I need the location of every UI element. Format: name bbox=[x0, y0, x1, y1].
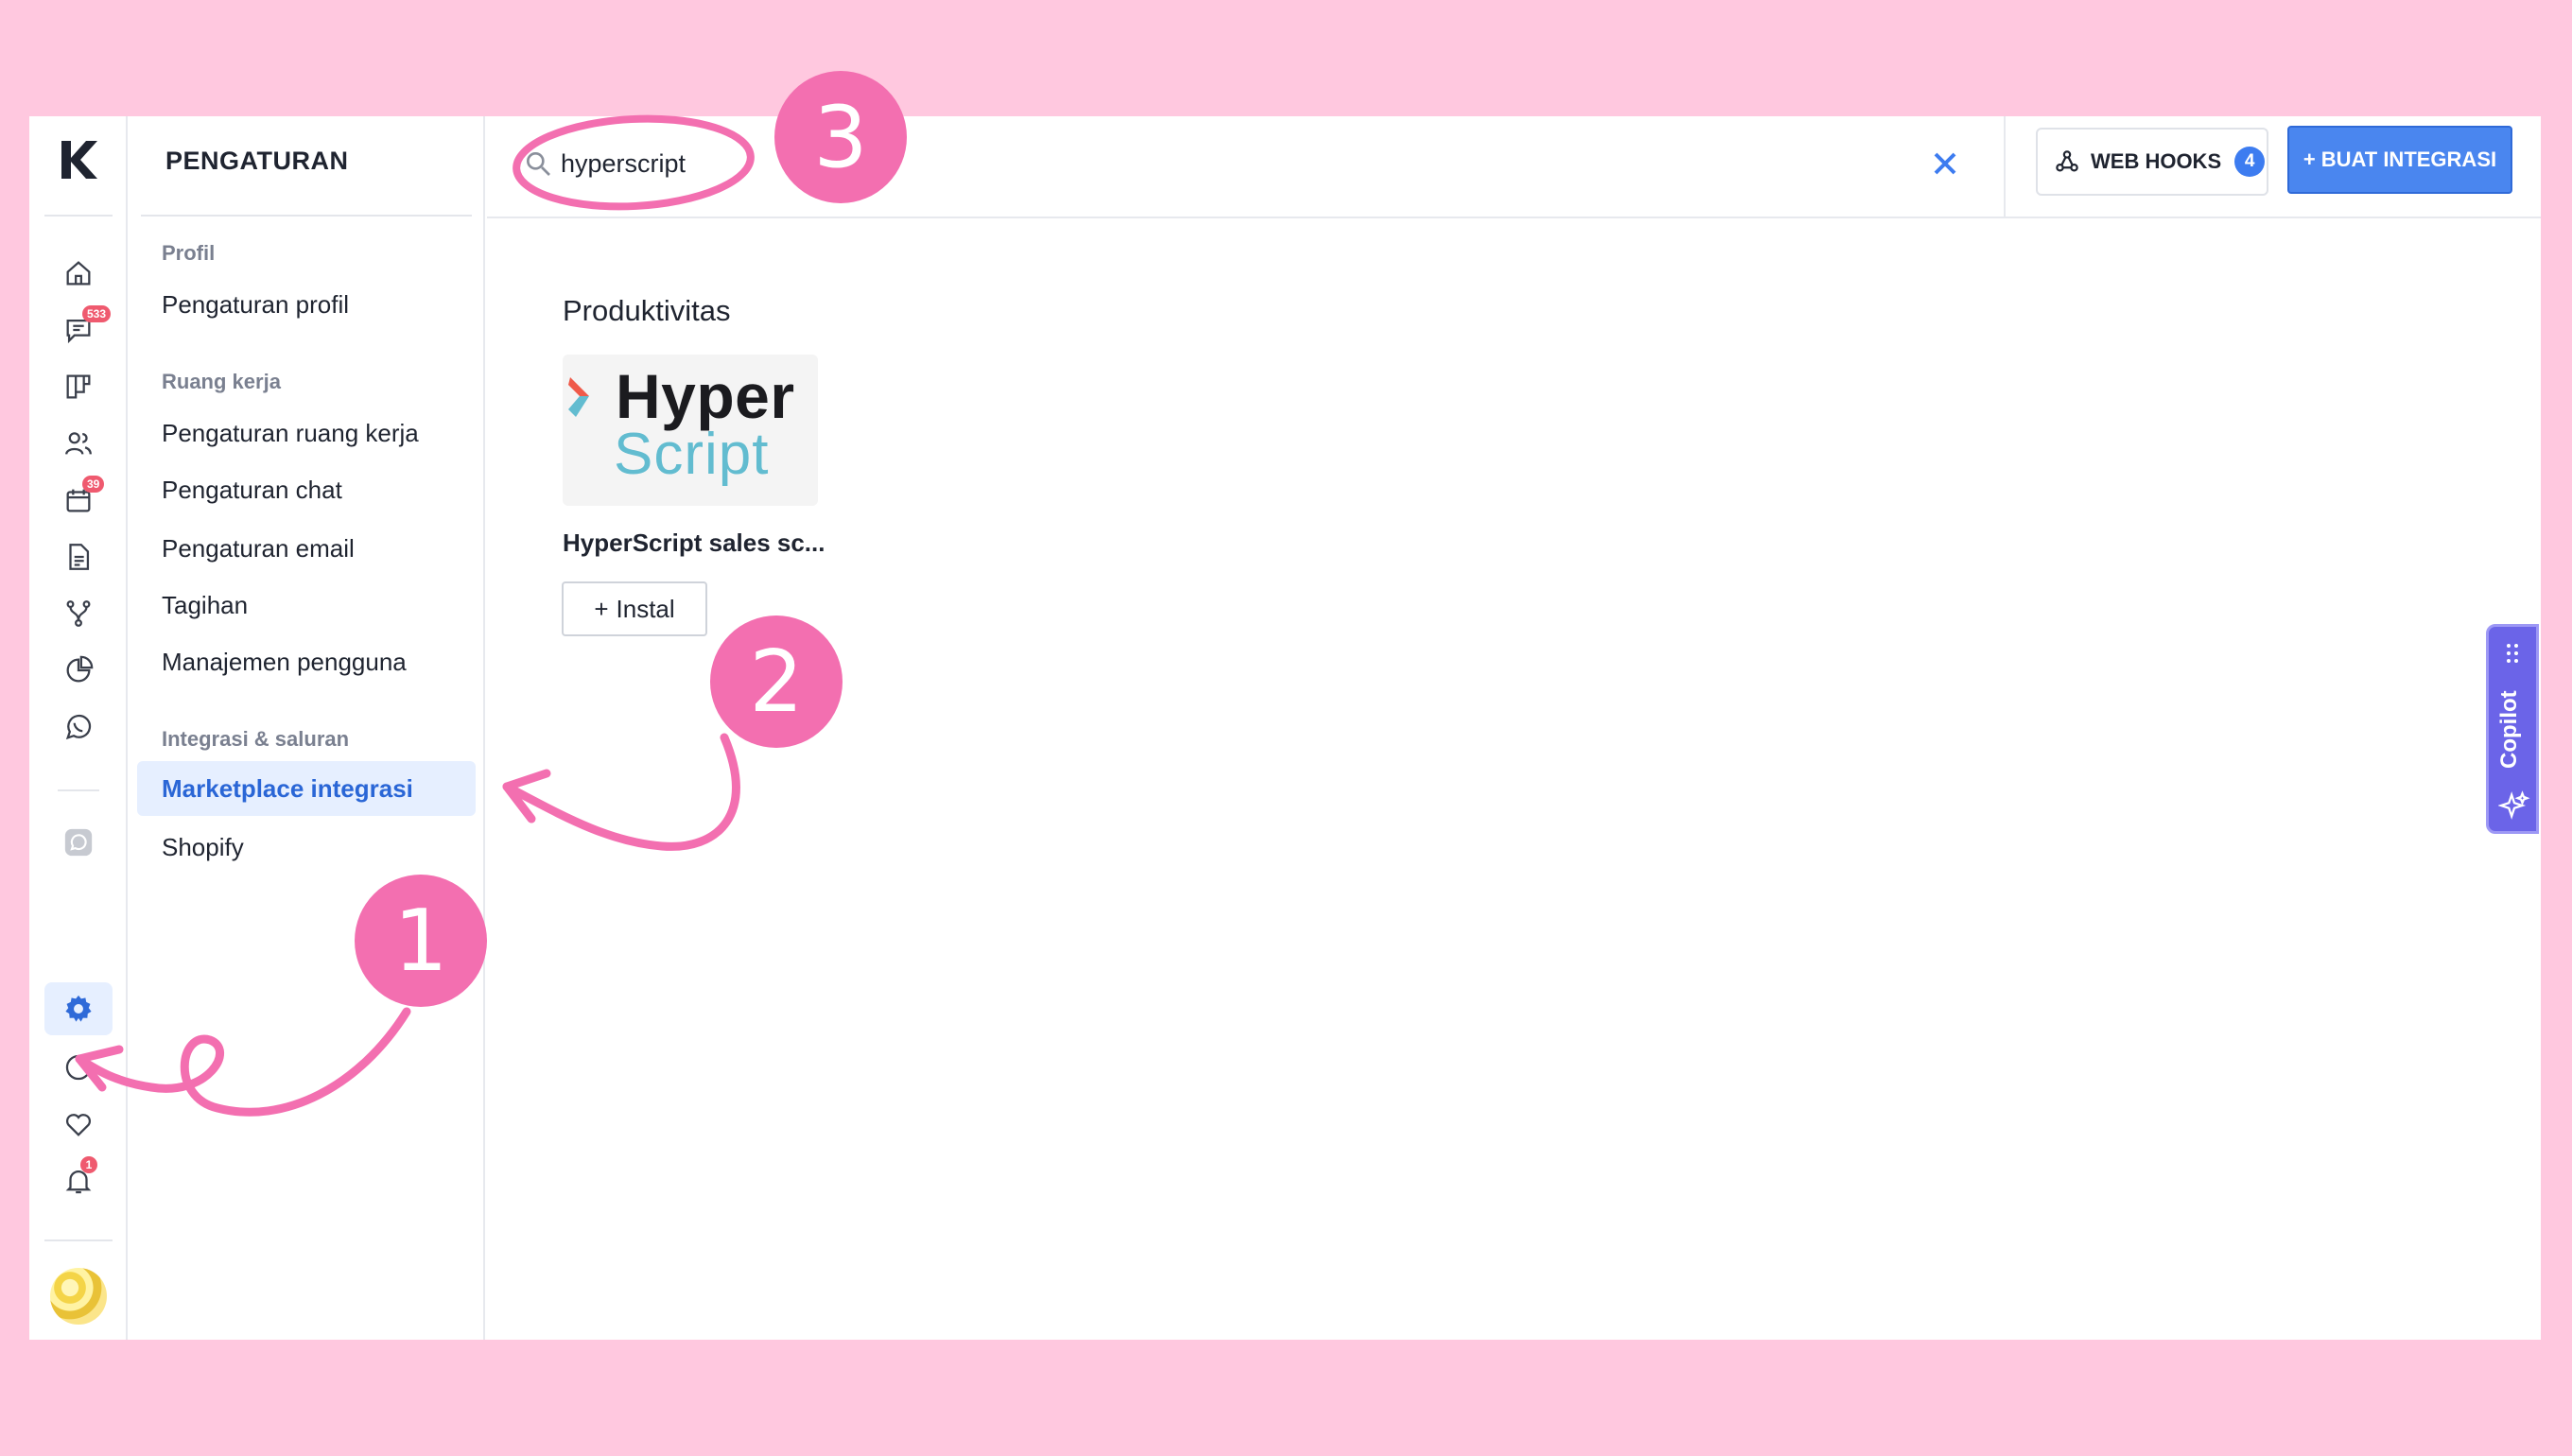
webhooks-label: WEB HOOKS bbox=[2091, 149, 2222, 173]
search-icon bbox=[527, 152, 550, 176]
whatsapp-app-icon[interactable] bbox=[58, 822, 99, 863]
app-name: HyperScript sales sc... bbox=[563, 529, 825, 557]
settings-divider bbox=[141, 215, 472, 217]
logo-text-script: Script bbox=[614, 422, 770, 487]
section-heading-profil: Profil bbox=[162, 241, 216, 265]
whatsapp-icon[interactable] bbox=[58, 706, 99, 748]
icon-rail: 533 39 1 bbox=[29, 116, 128, 1340]
user-avatar[interactable] bbox=[50, 1268, 107, 1325]
search-input[interactable] bbox=[561, 143, 1506, 184]
install-button[interactable]: + Instal bbox=[562, 581, 707, 636]
nav-item-marketplace-integrasi[interactable]: Marketplace integrasi bbox=[137, 761, 476, 816]
clear-search-icon[interactable] bbox=[1926, 145, 1964, 182]
app-logo-icon[interactable] bbox=[58, 137, 99, 182]
calendar-icon[interactable]: 39 bbox=[58, 476, 105, 521]
nav-item-pengaturan-profil[interactable]: Pengaturan profil bbox=[130, 277, 472, 332]
settings-gear-icon[interactable] bbox=[44, 982, 113, 1035]
settings-sidebar: PENGATURAN Profil Pengaturan profil Ruan… bbox=[130, 116, 485, 1340]
home-icon[interactable] bbox=[58, 252, 99, 294]
install-label: Instal bbox=[616, 594, 675, 623]
hyperscript-logo[interactable]: Hyper Script bbox=[563, 355, 818, 506]
workflow-icon[interactable] bbox=[58, 593, 99, 634]
nav-item-manajemen-pengguna[interactable]: Manajemen pengguna bbox=[130, 634, 472, 689]
document-icon[interactable] bbox=[58, 536, 99, 578]
board-icon[interactable] bbox=[58, 366, 99, 407]
section-heading-integrasi: Integrasi & saluran bbox=[162, 727, 350, 751]
chat-icon[interactable]: 533 bbox=[58, 305, 112, 351]
nav-item-tagihan[interactable]: Tagihan bbox=[130, 578, 472, 633]
category-title: Produktivitas bbox=[563, 294, 731, 327]
webhooks-button[interactable]: WEB HOOKS 4 bbox=[2036, 128, 2268, 196]
nav-item-shopify[interactable]: Shopify bbox=[130, 820, 472, 875]
rail-divider bbox=[58, 789, 99, 791]
settings-title: PENGATURAN bbox=[165, 147, 349, 175]
topbar-separator bbox=[2004, 116, 2006, 218]
section-heading-ruang-kerja: Ruang kerja bbox=[162, 370, 281, 393]
create-integration-button[interactable]: + BUAT INTEGRASI bbox=[2287, 126, 2512, 194]
hyperscript-chevron-icon bbox=[568, 377, 589, 417]
copilot-label: Copilot bbox=[2496, 690, 2522, 769]
help-icon[interactable] bbox=[58, 1047, 99, 1088]
rail-divider bbox=[44, 215, 113, 217]
rail-divider bbox=[44, 1239, 113, 1241]
calendar-badge: 39 bbox=[82, 476, 105, 493]
contacts-icon[interactable] bbox=[58, 423, 99, 464]
drag-handle-icon[interactable] bbox=[2504, 642, 2521, 665]
plus-icon: + bbox=[2303, 147, 2316, 171]
plus-icon: + bbox=[594, 594, 609, 623]
annotation-step-1: 1 bbox=[355, 875, 487, 1007]
sparkle-icon bbox=[2498, 790, 2530, 820]
bell-icon[interactable]: 1 bbox=[58, 1156, 99, 1202]
heart-icon[interactable] bbox=[58, 1103, 99, 1145]
nav-item-pengaturan-email[interactable]: Pengaturan email bbox=[130, 521, 472, 576]
app-window: 533 39 1 PENGATURAN Profil Pengaturan pr… bbox=[29, 116, 2541, 1340]
annotation-step-2: 2 bbox=[710, 615, 843, 748]
reports-icon[interactable] bbox=[58, 650, 99, 691]
nav-item-pengaturan-ruang-kerja[interactable]: Pengaturan ruang kerja bbox=[130, 406, 472, 460]
nav-item-pengaturan-chat[interactable]: Pengaturan chat bbox=[130, 462, 472, 517]
create-integration-label: BUAT INTEGRASI bbox=[2320, 147, 2497, 171]
copilot-tab[interactable]: Copilot bbox=[2486, 624, 2539, 834]
annotation-step-3: 3 bbox=[774, 71, 907, 203]
webhooks-count-badge: 4 bbox=[2234, 147, 2266, 177]
chat-badge: 533 bbox=[82, 305, 112, 322]
webhook-icon bbox=[2056, 150, 2078, 172]
notifications-badge: 1 bbox=[80, 1156, 97, 1173]
